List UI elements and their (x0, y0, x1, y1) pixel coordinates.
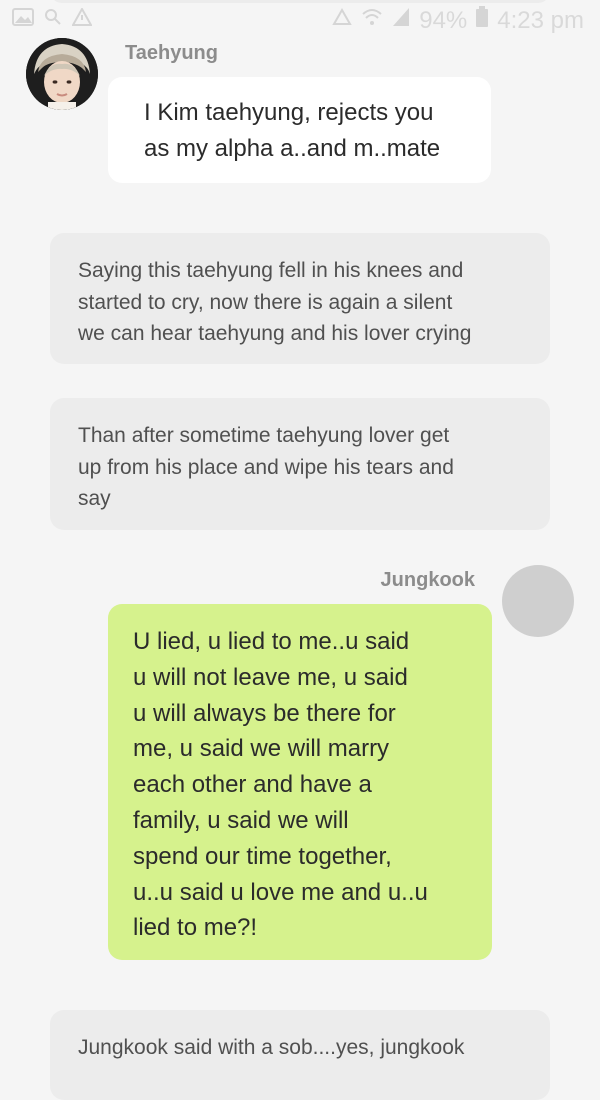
speaker-name-jungkook: Jungkook (380, 569, 475, 591)
status-bar: 94% 4:23 pm (0, 0, 600, 40)
narration-line: say (78, 487, 111, 510)
narration-line: Than after sometime taehyung lover get (78, 424, 450, 447)
avatar-taehyung[interactable] (26, 38, 98, 110)
message-line: u will always be there for (133, 699, 396, 727)
message-line: U lied, u lied to me..u said (133, 628, 410, 655)
narration-line: we can hear taehyung and his lover cryin… (78, 322, 472, 345)
search-icon (44, 8, 62, 31)
avatar-photo (26, 38, 98, 110)
message-line: lied to me?! (133, 914, 258, 942)
clock: 4:23 pm (497, 6, 584, 34)
gallery-icon (12, 8, 34, 31)
avatar-jungkook[interactable] (502, 565, 574, 637)
battery-icon (475, 6, 489, 35)
message-line: each other and have a (133, 771, 372, 799)
battery-level: 94% (419, 6, 468, 34)
message-line: me, u said we will marry (133, 735, 390, 763)
message-line: I Kim taehyung, rejects you (144, 99, 434, 126)
no-sim-icon (331, 6, 353, 35)
alert-icon (71, 6, 93, 31)
narration-line: up from his place and wipe his tears and (78, 455, 454, 479)
narration-bubble[interactable]: Jungkook said with a sob....yes, jungkoo… (50, 1010, 550, 1100)
narration-bubble[interactable]: Saying this taehyung fell in his knees a… (50, 233, 550, 364)
status-right-icons: 94% 4:23 pm (331, 6, 584, 35)
narration-line: started to cry, now there is again a sil… (78, 290, 453, 314)
message-line: u..u said u love me and u..u (133, 878, 428, 906)
narration-line: Saying this taehyung fell in his knees a… (78, 259, 464, 282)
message-bubble-taehyung[interactable]: I Kim taehyung, rejects you as my alpha … (108, 77, 491, 183)
signal-icon (391, 6, 411, 35)
message-line: family, u said we will (133, 806, 349, 834)
narration-bubble[interactable]: Than after sometime taehyung lover get u… (50, 398, 550, 530)
status-left-icons (12, 6, 93, 31)
message-line: u will not leave me, u said (133, 663, 408, 691)
narration-line: Jungkook said with a sob....yes, jungkoo… (78, 1036, 465, 1059)
speaker-name-taehyung: Taehyung (125, 42, 218, 64)
previous-narration-bubble (50, 0, 550, 3)
wifi-icon (361, 6, 383, 35)
message-line: spend our time together, (133, 842, 392, 870)
message-bubble-jungkook[interactable]: U lied, u lied to me..u said u will not … (108, 604, 492, 960)
message-line: as my alpha a..and m..mate (144, 135, 441, 162)
